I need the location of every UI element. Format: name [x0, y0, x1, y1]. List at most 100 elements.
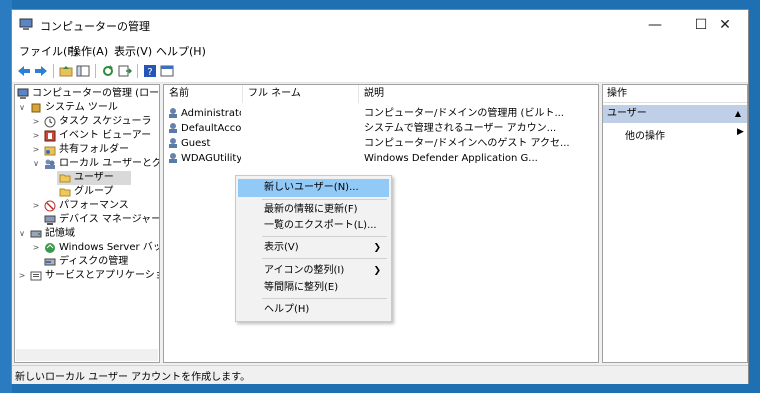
- disk-icon: [44, 256, 56, 268]
- chevron-down-icon[interactable]: ∨: [17, 227, 27, 241]
- menu-item-help[interactable]: ヘルプ(H): [238, 301, 389, 319]
- menu-item-label: 等間隔に整列(E): [264, 282, 339, 293]
- menu-item-label: 最新の情報に更新(F): [264, 204, 358, 215]
- menu-item-label: 新しいユーザー(N)...: [264, 182, 359, 193]
- menu-separator: [262, 199, 387, 200]
- chevron-right-icon[interactable]: >: [31, 241, 41, 255]
- chevron-right-icon[interactable]: >: [17, 269, 27, 283]
- tree-label: ディスクの管理: [59, 256, 129, 267]
- computer-management-icon: [17, 88, 29, 100]
- menu-action[interactable]: 操作(A): [70, 43, 108, 59]
- tree-item-users[interactable]: ユーザー: [57, 171, 131, 185]
- menu-separator: [262, 258, 387, 259]
- chevron-right-icon[interactable]: >: [31, 115, 41, 129]
- toolbar-separator: [53, 64, 54, 78]
- menu-separator: [262, 298, 387, 299]
- menu-separator: [262, 236, 387, 237]
- menu-item-label: 表示(V): [264, 242, 299, 253]
- submenu-arrow-icon[interactable]: ▶: [737, 127, 744, 137]
- chevron-right-icon[interactable]: >: [31, 129, 41, 143]
- minimize-button[interactable]: —: [632, 10, 678, 40]
- tree-label: ローカル ユーザーとグループ: [59, 158, 160, 169]
- event-viewer-icon: [44, 130, 56, 142]
- menu-item-arrange-icons[interactable]: アイコンの整列(I) ❯: [238, 262, 389, 280]
- refresh-icon[interactable]: [100, 63, 116, 79]
- services-icon: [30, 270, 42, 282]
- tree-label: 記憶域: [45, 228, 75, 239]
- cell-description: システムで管理されるユーザー アカウン...: [364, 123, 557, 134]
- tools-icon: [30, 102, 42, 114]
- toolbar-separator: [137, 64, 138, 78]
- storage-icon: [30, 228, 42, 240]
- performance-icon: [44, 200, 56, 212]
- tree-label: デバイス マネージャー: [59, 214, 160, 225]
- tree-label: パフォーマンス: [59, 200, 129, 211]
- more-actions-label: 他の操作: [625, 131, 665, 142]
- user-icon: [167, 152, 179, 169]
- tree-label: グループ: [74, 186, 114, 197]
- menu-bar: ファイル(F) 操作(A) 表示(V) ヘルプ(H): [12, 40, 748, 60]
- help-icon[interactable]: ?: [142, 63, 158, 79]
- tree-label: Windows Server バックア: [59, 242, 159, 253]
- cell-name: WDAGUtility...: [181, 153, 241, 164]
- show-hide-tree-icon[interactable]: [75, 63, 91, 79]
- menu-item-label: 一覧のエクスポート(L)...: [264, 220, 377, 231]
- menu-item-new-user[interactable]: 新しいユーザー(N)...: [238, 179, 389, 197]
- toolbar-separator: [95, 64, 96, 78]
- submenu-arrow-icon: ❯: [373, 266, 381, 276]
- chevron-right-icon[interactable]: >: [31, 199, 41, 213]
- close-button[interactable]: ✕: [702, 10, 748, 40]
- chevron-down-icon[interactable]: ∨: [31, 157, 41, 171]
- folder-icon: [59, 186, 71, 198]
- tree-label: コンピューターの管理 (ローカル): [32, 88, 160, 99]
- users-group-icon: [44, 158, 56, 170]
- shared-folder-icon: [44, 144, 56, 156]
- window-title: コンピューターの管理: [40, 20, 150, 33]
- device-manager-icon: [44, 214, 56, 226]
- export-list-icon[interactable]: [117, 63, 133, 79]
- actions-title: 操作: [603, 85, 747, 103]
- status-bar: 新しいローカル ユーザー アカウントを作成します。: [12, 365, 748, 384]
- chevron-right-icon[interactable]: >: [31, 143, 41, 157]
- menu-view[interactable]: 表示(V): [114, 43, 152, 59]
- context-menu: 新しいユーザー(N)... 最新の情報に更新(F) 一覧のエクスポート(L)..…: [235, 175, 392, 322]
- menu-item-label: ヘルプ(H): [264, 304, 310, 315]
- backup-icon: [44, 242, 56, 254]
- forward-arrow-icon[interactable]: [33, 63, 49, 79]
- menu-item-view[interactable]: 表示(V) ❯: [238, 239, 389, 257]
- horizontal-scrollbar[interactable]: [16, 349, 158, 361]
- actions-pane: 操作 ユーザー ▲ 他の操作 ▶: [602, 84, 748, 363]
- up-folder-icon[interactable]: [58, 63, 74, 79]
- tree-label: システム ツール: [45, 102, 118, 113]
- cell-description: コンピューター/ドメインへのゲスト アクセ...: [364, 138, 570, 149]
- tree-label: ユーザー: [74, 172, 114, 183]
- tree-label: 共有フォルダー: [59, 144, 129, 155]
- actions-section-users[interactable]: ユーザー ▲: [603, 105, 747, 123]
- tree-label: イベント ビューアー: [59, 130, 152, 141]
- svg-text:?: ?: [147, 67, 152, 78]
- cell-description: コンピューター/ドメインの管理用 (ビルト...: [364, 108, 564, 119]
- cell-name: Administrator: [181, 108, 241, 119]
- console-tree: コンピューターの管理 (ローカル) ∨ システム ツール > タスク スケジュー…: [14, 84, 160, 363]
- chevron-down-icon[interactable]: ∨: [17, 101, 27, 115]
- title-bar: コンピューターの管理 — ☐ ✕: [12, 10, 748, 40]
- console-view-icon[interactable]: [159, 63, 175, 79]
- menu-help[interactable]: ヘルプ(H): [156, 43, 206, 59]
- toolbar: ?: [12, 60, 748, 83]
- clock-icon: [44, 116, 56, 128]
- collapse-up-icon[interactable]: ▲: [735, 105, 741, 123]
- menu-item-label: アイコンの整列(I): [264, 265, 345, 276]
- submenu-arrow-icon: ❯: [373, 243, 381, 253]
- computer-management-icon: [19, 18, 33, 30]
- column-header-name[interactable]: 名前: [164, 85, 243, 103]
- cell-name: DefaultAcco...: [181, 123, 241, 134]
- cell-name: Guest: [181, 138, 211, 149]
- back-arrow-icon[interactable]: [16, 63, 32, 79]
- more-actions-item[interactable]: 他の操作: [625, 127, 665, 142]
- column-header-description[interactable]: 説明: [359, 85, 598, 103]
- menu-item-line-up-icons[interactable]: 等間隔に整列(E): [238, 279, 389, 297]
- column-header-fullname[interactable]: フル ネーム: [243, 85, 359, 103]
- cell-description: Windows Defender Application G...: [364, 153, 538, 164]
- actions-section-label: ユーザー: [607, 108, 647, 119]
- menu-item-export-list[interactable]: 一覧のエクスポート(L)...: [238, 217, 389, 235]
